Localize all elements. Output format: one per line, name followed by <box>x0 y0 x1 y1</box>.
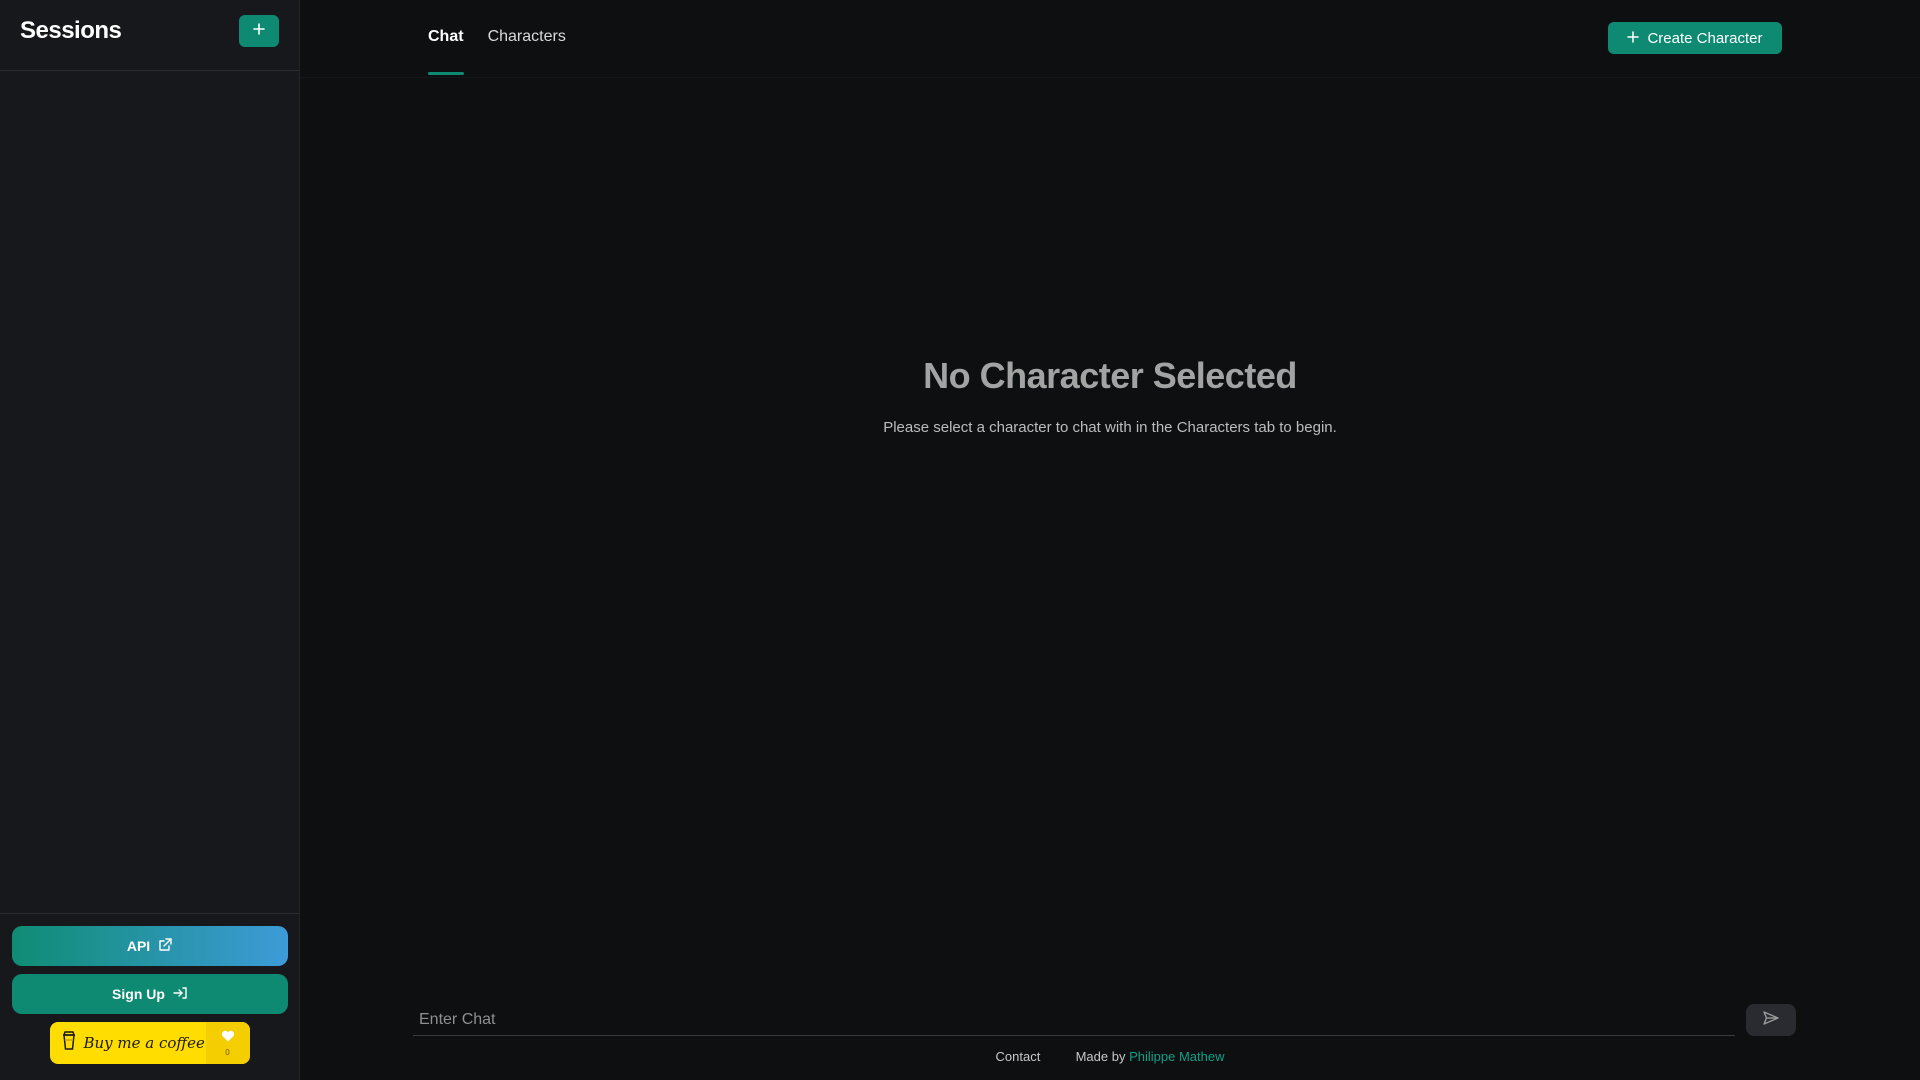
plus-icon <box>253 22 265 40</box>
author-link[interactable]: Philippe Mathew <box>1129 1049 1224 1064</box>
made-by-text: Made by <box>1075 1049 1126 1064</box>
chat-composer <box>413 1004 1735 1036</box>
external-link-icon <box>158 937 172 955</box>
main-panel: Chat Characters Create Character No Char… <box>300 0 1920 1080</box>
contact-link[interactable]: Contact <box>996 1049 1041 1064</box>
tab-bar: Chat Characters <box>428 0 566 78</box>
empty-state-subtitle: Please select a character to chat with i… <box>883 419 1337 436</box>
tab-characters[interactable]: Characters <box>488 0 566 78</box>
new-session-button[interactable] <box>239 15 279 47</box>
heart-icon <box>221 1029 235 1047</box>
app-root: Sessions API Sign Up Buy me a coffee 0 C… <box>0 0 1920 1080</box>
sidebar-header: Sessions <box>0 0 299 71</box>
create-character-label: Create Character <box>1647 29 1763 47</box>
coffee-count: 0 <box>225 1048 230 1057</box>
send-button[interactable] <box>1746 1004 1796 1036</box>
sign-up-button[interactable]: Sign Up <box>11 974 288 1014</box>
tab-chat[interactable]: Chat <box>428 0 464 78</box>
api-button-label: API <box>126 938 151 954</box>
send-icon <box>1763 1010 1779 1030</box>
sidebar-footer: API Sign Up Buy me a coffee 0 <box>0 913 299 1080</box>
empty-state-title: No Character Selected <box>923 355 1297 396</box>
top-bar: Chat Characters Create Character <box>300 0 1920 78</box>
api-button[interactable]: API <box>11 926 288 966</box>
sidebar: Sessions API Sign Up Buy me a coffee 0 <box>0 0 300 1080</box>
buy-me-a-coffee-button[interactable]: Buy me a coffee 0 <box>49 1022 250 1064</box>
sidebar-title: Sessions <box>20 17 122 44</box>
footer: Contact Made by Philippe Mathew <box>300 1049 1920 1064</box>
session-list <box>0 71 299 913</box>
plus-icon <box>1627 30 1640 47</box>
chat-input[interactable] <box>413 1004 1735 1035</box>
create-character-button[interactable]: Create Character <box>1608 22 1782 54</box>
sign-in-icon <box>173 986 187 1003</box>
coffee-cup-icon <box>62 1031 76 1055</box>
sign-up-button-label: Sign Up <box>112 986 165 1002</box>
empty-state: No Character Selected Please select a ch… <box>300 355 1920 436</box>
coffee-label: Buy me a coffee <box>83 1034 205 1052</box>
